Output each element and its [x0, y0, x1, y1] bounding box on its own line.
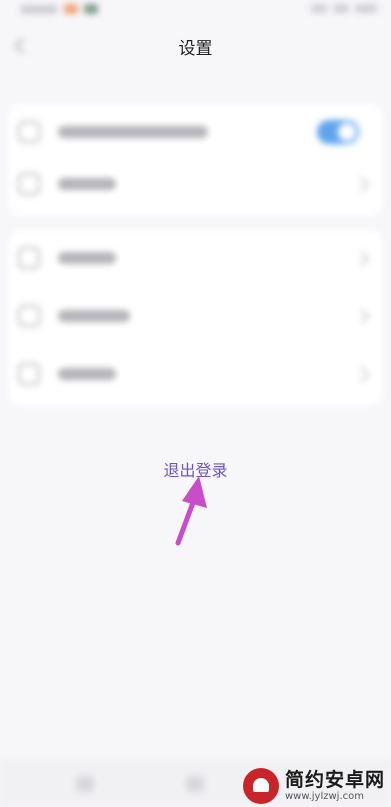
nav-item[interactable]	[76, 776, 94, 792]
nav-item[interactable]	[186, 776, 204, 792]
watermark-title: 简约安卓网	[284, 769, 385, 791]
android-logo-icon	[242, 768, 279, 804]
arrow-annotation-icon	[175, 476, 207, 546]
android-head	[252, 778, 269, 792]
watermark: 简约安卓网 www.jylzwj.com	[242, 768, 385, 804]
watermark-url: www.jylzwj.com	[284, 791, 364, 802]
watermark-text: 简约安卓网 www.jylzwj.com	[285, 769, 385, 803]
